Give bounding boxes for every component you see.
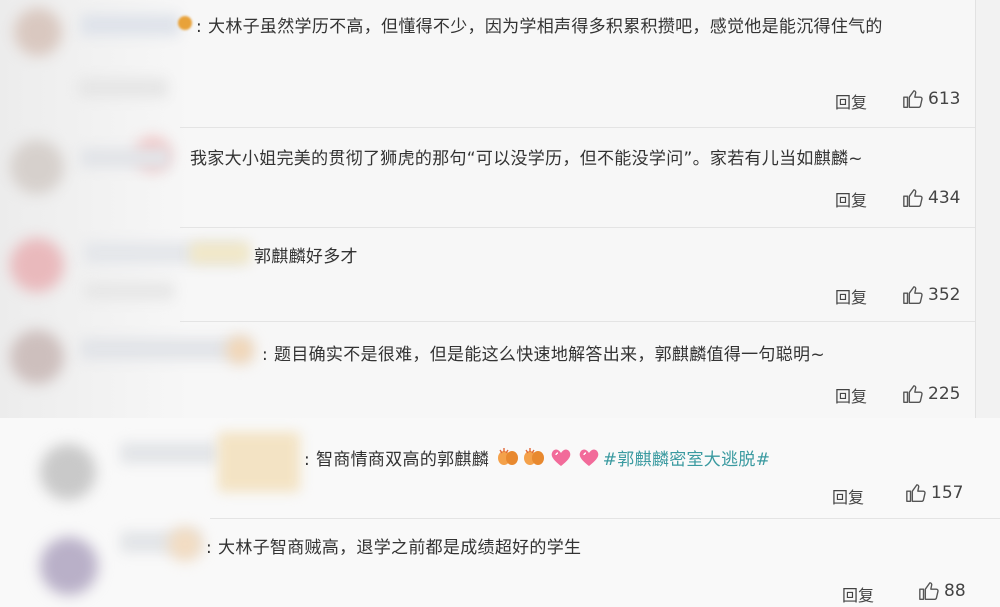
- avatar[interactable]: [40, 444, 96, 500]
- like-button[interactable]: 88: [918, 580, 966, 602]
- clapping-hands-icon: [522, 447, 546, 473]
- comment-text: : 智商情商双高的郭麒麟 #郭麒麟密室大逃脱#: [304, 446, 770, 474]
- timestamp: [78, 78, 168, 98]
- like-button[interactable]: 225: [902, 383, 960, 405]
- comment-item-2: 我家大小姐完美的贯彻了狮虎的那句“可以没学历，但不能没学问”。家若有儿当如麒麟~…: [0, 128, 975, 228]
- username[interactable]: [80, 14, 180, 36]
- reply-button[interactable]: 回复: [835, 187, 867, 211]
- username-suffix: [190, 242, 250, 264]
- comment-text: : 大林子智商贼高，退学之前都是成绩超好的学生: [206, 538, 582, 558]
- comment-item-4: : 题目确实不是很难，但是能这么快速地解答出来，郭麒麟值得一句聪明~ 回复 225: [0, 322, 975, 418]
- comment-panel-top: : 大林子虽然学历不高，但懂得不少，因为学相声得多积累积攒吧，感觉他是能沉得住气的…: [0, 0, 976, 418]
- like-count: 434: [928, 188, 961, 208]
- thumbs-up-icon: [903, 385, 923, 403]
- thumbs-up-icon: [906, 484, 926, 502]
- timestamp: [84, 282, 174, 300]
- like-count: 613: [928, 89, 961, 109]
- username[interactable]: [120, 442, 220, 464]
- avatar[interactable]: [10, 330, 64, 384]
- avatar[interactable]: [40, 537, 98, 595]
- reply-button[interactable]: 回复: [835, 383, 867, 407]
- reply-button[interactable]: 回复: [842, 582, 874, 606]
- comment-text: 我家大小姐完美的贯彻了狮虎的那句“可以没学历，但不能没学问”。家若有儿当如麒麟~: [190, 149, 863, 169]
- thumbs-up-icon: [919, 582, 939, 600]
- avatar[interactable]: [10, 238, 64, 292]
- reply-button[interactable]: 回复: [832, 484, 864, 508]
- thumbs-up-icon: [903, 286, 923, 304]
- badge-icon: [226, 336, 254, 364]
- comment-item-3: 郭麒麟好多才 回复 352: [0, 228, 975, 322]
- thumbs-up-icon: [903, 90, 923, 108]
- like-button[interactable]: 434: [902, 187, 960, 209]
- thumbs-up-icon: [903, 189, 923, 207]
- username-highlight: [218, 432, 300, 492]
- like-button[interactable]: 157: [905, 482, 963, 504]
- comment-text: : 题目确实不是很难，但是能这么快速地解答出来，郭麒麟值得一句聪明~: [262, 345, 825, 365]
- avatar[interactable]: [14, 8, 62, 56]
- username[interactable]: [80, 338, 250, 360]
- hashtag-link[interactable]: #郭麒麟密室大逃脱#: [603, 450, 771, 470]
- comment-text: : 大林子虽然学历不高，但懂得不少，因为学相声得多积累积攒吧，感觉他是能沉得住气的: [196, 17, 883, 37]
- avatar[interactable]: [10, 140, 64, 194]
- badge-icon: [178, 16, 192, 30]
- pink-hearts-icon: [576, 446, 602, 474]
- comment-text: 郭麒麟好多才: [254, 247, 358, 267]
- username[interactable]: [80, 148, 170, 168]
- pink-hearts-icon: [548, 446, 574, 474]
- badge-icon: [168, 527, 202, 561]
- like-count: 88: [944, 581, 966, 601]
- comment-panel-bottom: : 智商情商双高的郭麒麟 #郭麒麟密室大逃脱# 回复 157 : 大林子智商贼高，退…: [0, 418, 1000, 607]
- like-button[interactable]: 352: [902, 284, 960, 306]
- reply-button[interactable]: 回复: [835, 284, 867, 308]
- reply-button[interactable]: 回复: [835, 89, 867, 113]
- like-button[interactable]: 613: [902, 88, 960, 110]
- comment-item-6: : 大林子智商贼高，退学之前都是成绩超好的学生 回复 88: [0, 519, 1000, 607]
- like-count: 352: [928, 285, 961, 305]
- like-count: 225: [928, 384, 961, 404]
- comment-item-1: : 大林子虽然学历不高，但懂得不少，因为学相声得多积累积攒吧，感觉他是能沉得住气的…: [0, 0, 975, 128]
- like-count: 157: [931, 483, 964, 503]
- comment-item-5: : 智商情商双高的郭麒麟 #郭麒麟密室大逃脱# 回复 157: [0, 418, 1000, 518]
- clapping-hands-icon: [496, 447, 520, 473]
